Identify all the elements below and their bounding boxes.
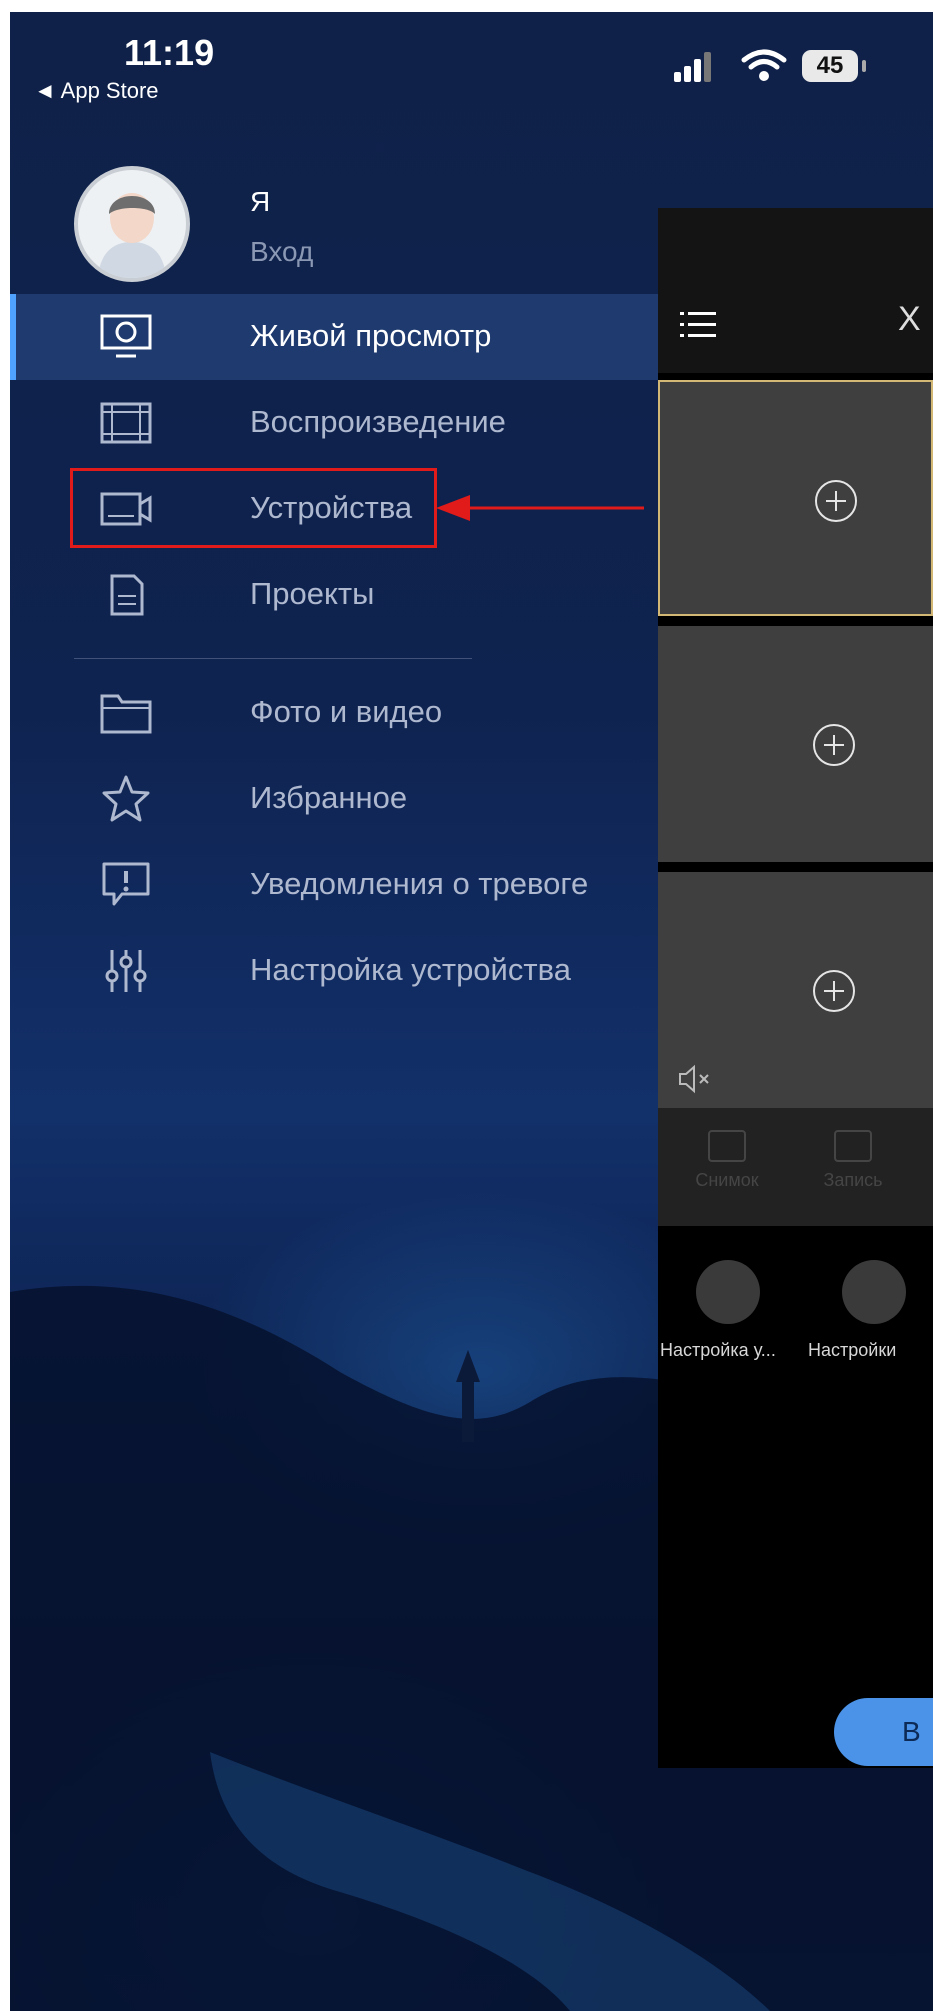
- login-link[interactable]: Вход: [250, 236, 313, 268]
- device-config-shortcut[interactable]: [696, 1260, 760, 1324]
- red-arrow-annotation: [436, 495, 644, 521]
- status-time: 11:19: [124, 32, 215, 73]
- menu-item-projects[interactable]: Проекты: [10, 552, 670, 638]
- add-device-icon[interactable]: [813, 724, 855, 766]
- add-device-icon[interactable]: [815, 480, 857, 522]
- battery-tip: [862, 60, 866, 72]
- hamburger-menu-icon[interactable]: [680, 310, 716, 340]
- record-label: Запись: [823, 1170, 883, 1190]
- shortcut-label: Настройка у...: [660, 1340, 776, 1360]
- menu-item-alarm-notifications[interactable]: Уведомления о тревоге: [10, 842, 670, 928]
- sliders-icon: [105, 950, 147, 992]
- wifi-icon: [741, 49, 787, 81]
- document-icon: [110, 574, 144, 616]
- active-indicator: [10, 294, 16, 380]
- mute-icon[interactable]: [676, 1064, 716, 1094]
- battery-indicator: 45: [802, 50, 858, 82]
- menu-divider: [74, 658, 472, 659]
- menu-label: Воспроизведение: [250, 404, 506, 439]
- menu-label: Фото и видео: [250, 694, 443, 729]
- alarm-message-icon: [102, 862, 150, 906]
- avatar[interactable]: [74, 166, 190, 282]
- menu-item-favorites[interactable]: Избранное: [10, 756, 670, 842]
- devices-highlight-box: [70, 468, 437, 548]
- live-view-panel: X Снимок Запись Настройка у... Настройки…: [658, 208, 933, 1768]
- panel-header: [658, 208, 933, 373]
- menu-label: Живой просмотр: [250, 318, 492, 353]
- app-screen: 11:19 ◄ App Store 45 Я Вход Живой просмо…: [10, 12, 933, 2011]
- video-cell-1[interactable]: [658, 380, 933, 616]
- menu-label: Проекты: [250, 576, 375, 611]
- add-device-icon[interactable]: [813, 970, 855, 1012]
- monitor-icon: [100, 314, 152, 358]
- shortcut-label: Настройки: [808, 1340, 897, 1360]
- menu-item-live-view[interactable]: Живой просмотр: [10, 294, 670, 380]
- profile-name[interactable]: Я: [250, 186, 270, 218]
- menu-label: Избранное: [250, 780, 408, 815]
- video-cell-3[interactable]: [658, 872, 933, 1108]
- panel-toolbar: Снимок Запись: [658, 1108, 933, 1226]
- close-icon[interactable]: X: [898, 300, 921, 339]
- menu-label: Уведомления о тревоге: [250, 866, 589, 901]
- menu-item-photos-videos[interactable]: Фото и видео: [10, 670, 670, 756]
- settings-shortcut[interactable]: [842, 1260, 906, 1324]
- back-to-app-store[interactable]: ◄ App Store: [34, 78, 159, 104]
- record-icon: [834, 1130, 872, 1162]
- record-button[interactable]: Запись: [798, 1130, 908, 1191]
- snapshot-label: Снимок: [695, 1170, 759, 1190]
- video-cell-2[interactable]: [658, 626, 933, 862]
- folder-icon: [100, 694, 152, 734]
- status-icons: 45: [674, 46, 884, 86]
- menu-item-device-settings[interactable]: Настройка устройства: [10, 928, 670, 1014]
- film-icon: [100, 402, 152, 444]
- star-icon: [102, 775, 150, 822]
- signal-icon: [674, 52, 711, 82]
- menu-item-playback[interactable]: Воспроизведение: [10, 380, 670, 466]
- menu-label: Настройка устройства: [250, 952, 571, 987]
- action-button-label: В: [902, 1716, 921, 1747]
- user-avatar-icon: [98, 193, 166, 278]
- camera-snapshot-icon: [708, 1130, 746, 1162]
- snapshot-button[interactable]: Снимок: [672, 1130, 782, 1191]
- action-button[interactable]: В: [834, 1698, 933, 1766]
